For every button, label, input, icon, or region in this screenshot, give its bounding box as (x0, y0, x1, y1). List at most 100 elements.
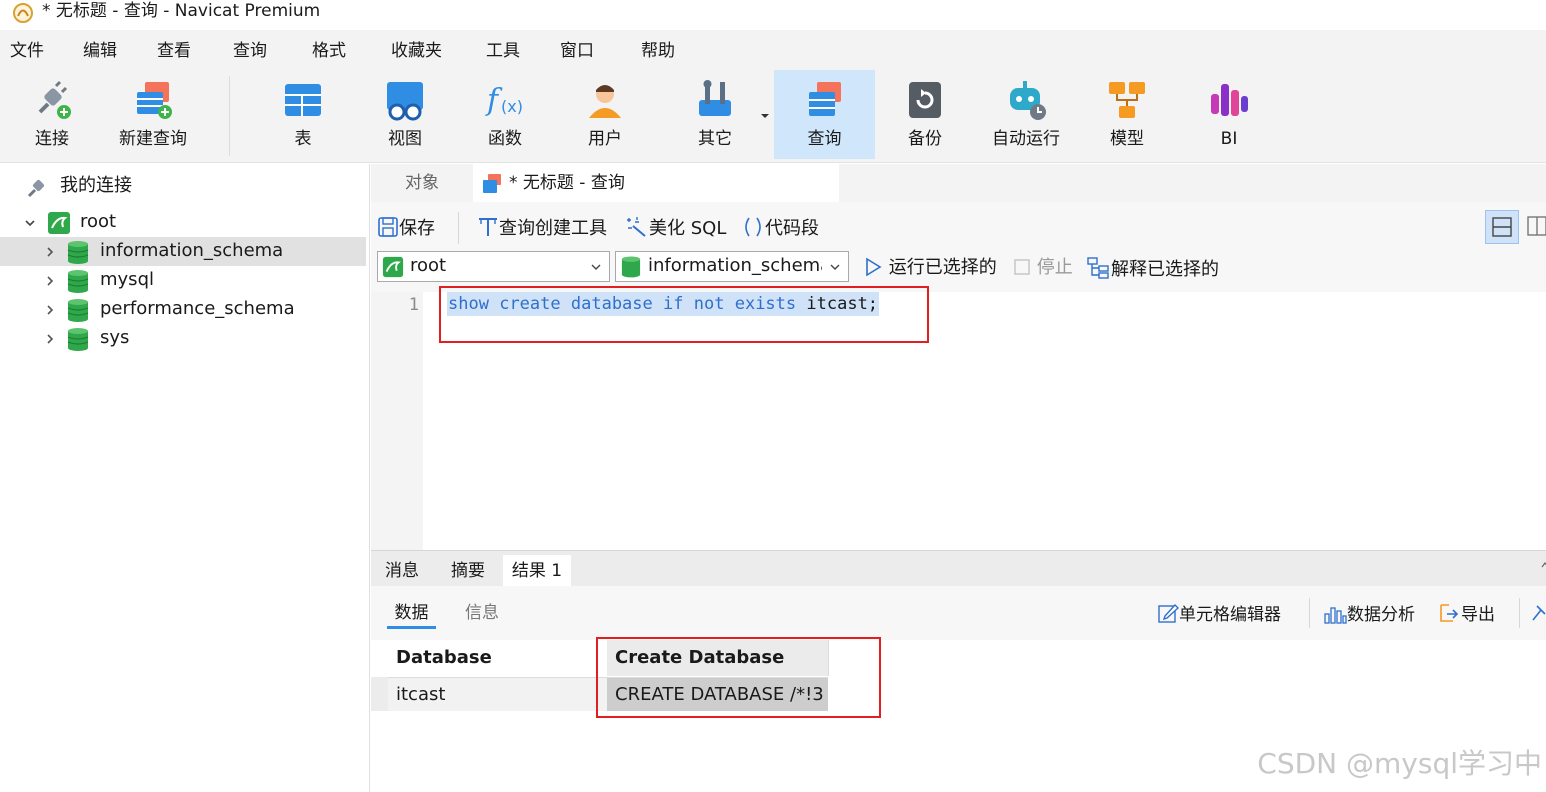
query-label: 查询 (807, 129, 842, 149)
tab-query[interactable]: * 无标题 - 查询 (473, 164, 839, 202)
beautify-sql-label: 美化 SQL (649, 218, 727, 239)
tree-header-my-connections[interactable]: 我的连接 (0, 172, 366, 201)
beautify-sql-button[interactable]: 美化 SQL (625, 216, 726, 240)
result-tabs: 消息 摘要 结果 1 (371, 550, 1546, 587)
table-button[interactable]: 表 (262, 70, 344, 159)
sql-editor[interactable]: 1 show create database if not exists itc… (371, 286, 1546, 550)
stop-icon (1014, 259, 1030, 275)
query-builder-button[interactable]: 查询创建工具 (477, 216, 607, 240)
user-label: 用户 (588, 129, 622, 149)
chevron-right-icon[interactable] (44, 333, 56, 345)
user-button[interactable]: 用户 (564, 70, 646, 159)
subtab-info[interactable]: 信息 (465, 602, 499, 624)
tree-item-root[interactable]: root (0, 208, 366, 237)
bi-button[interactable]: BI (1188, 70, 1270, 159)
tree-item-database[interactable]: information_schema (0, 237, 366, 266)
query-toolbar: 保存 查询创建工具 美化 SQL 代码段 root information_sc… (371, 202, 1546, 292)
backup-button[interactable]: 备份 (884, 70, 966, 159)
table-cell[interactable]: itcast (388, 677, 607, 711)
code-snippet-button[interactable]: 代码段 (741, 216, 819, 240)
view-label: 视图 (388, 129, 422, 149)
stop-label: 停止 (1036, 257, 1073, 278)
query-button[interactable]: 查询 (774, 70, 875, 159)
menu-help[interactable]: 帮助 (641, 40, 675, 62)
menu-window[interactable]: 窗口 (560, 40, 594, 62)
cell-editor-button[interactable]: 单元格编辑器 (1157, 602, 1281, 626)
layout-vertical-button[interactable] (1523, 210, 1546, 244)
export-label: 导出 (1461, 605, 1495, 625)
watermark-text: CSDN @mysql学习中 (1257, 747, 1542, 780)
tree-item-database[interactable]: performance_schema (0, 295, 366, 324)
connection-select[interactable]: root (377, 251, 610, 282)
collapse-icon[interactable] (1541, 561, 1546, 569)
code-snippet-label: 代码段 (765, 218, 819, 239)
explain-selected-button[interactable]: 解释已选择的 (1087, 257, 1219, 281)
database-select[interactable]: information_schema (615, 251, 849, 282)
row-selector[interactable] (371, 677, 388, 711)
result-subtoolbar: 数据 信息 单元格编辑器 数据分析 导出 (371, 586, 1546, 640)
function-button[interactable]: f (x) 函数 (464, 70, 546, 159)
tree-item-database[interactable]: mysql (0, 266, 366, 295)
menu-favorites[interactable]: 收藏夹 (391, 40, 442, 62)
menu-query[interactable]: 查询 (233, 40, 267, 62)
run-selected-label: 运行已选择的 (888, 257, 997, 278)
tab-messages[interactable]: 消息 (371, 555, 433, 587)
tree-item-database[interactable]: sys (0, 324, 366, 353)
toolbar-divider (229, 76, 230, 156)
export-button[interactable]: 导出 (1437, 602, 1495, 626)
automation-button[interactable]: 自动运行 (983, 70, 1069, 159)
tab-objects[interactable]: 对象 (371, 164, 473, 202)
other-label: 其它 (698, 129, 732, 149)
data-analysis-button[interactable]: 数据分析 (1323, 602, 1415, 626)
column-header[interactable]: Database (388, 640, 607, 676)
robot-icon (1010, 81, 1046, 120)
line-number: 1 (408, 295, 419, 315)
menu-edit[interactable]: 编辑 (83, 40, 117, 62)
stop-button[interactable]: 停止 (1013, 257, 1073, 279)
plug-icon (38, 80, 71, 119)
mysql-connection-icon (382, 256, 404, 278)
save-button[interactable]: 保存 (377, 216, 435, 240)
subtab-data[interactable]: 数据 (387, 602, 436, 629)
navicat-logo-icon (13, 3, 33, 23)
menu-format[interactable]: 格式 (312, 40, 346, 62)
backup-icon (909, 82, 941, 118)
tab-result-1[interactable]: 结果 1 (503, 555, 571, 587)
menu-tools[interactable]: 工具 (486, 40, 520, 62)
split-horizontal-icon (1492, 217, 1512, 237)
table-icon (285, 84, 321, 116)
new-query-icon (137, 82, 172, 119)
model-button[interactable]: 模型 (1086, 70, 1168, 159)
chevron-right-icon[interactable] (44, 246, 56, 258)
run-selected-button[interactable]: 运行已选择的 (863, 257, 997, 279)
other-dropdown-icon[interactable] (760, 112, 770, 120)
pin-icon[interactable] (1531, 602, 1546, 624)
model-label: 模型 (1110, 129, 1144, 149)
layout-horizontal-button[interactable] (1485, 210, 1519, 244)
chevron-right-icon[interactable] (44, 275, 56, 287)
tools-icon (699, 80, 731, 116)
tab-summary[interactable]: 摘要 (435, 555, 501, 587)
view-button[interactable]: 视图 (364, 70, 446, 159)
bar-chart-icon (1324, 607, 1347, 624)
title-bar: * 无标题 - 查询 - Navicat Premium (0, 0, 1546, 30)
user-icon (589, 85, 621, 118)
chevron-down-icon[interactable] (24, 217, 36, 229)
tree-header-label: 我的连接 (60, 175, 132, 196)
database-icon (621, 256, 641, 278)
function-label: 函数 (488, 129, 522, 149)
highlight-annotation-box (596, 637, 881, 718)
tree-item-label: information_schema (100, 240, 284, 261)
connections-plug-icon (27, 179, 45, 198)
new-query-button[interactable]: 新建查询 (108, 70, 198, 159)
explain-icon (1087, 257, 1109, 279)
chevron-right-icon[interactable] (44, 304, 56, 316)
main-toolbar: 连接 新建查询 表 视图 f (x) 函数 用户 其它 查询 备份 自动运行 模… (0, 70, 1546, 163)
menu-file[interactable]: 文件 (10, 40, 44, 62)
menu-view[interactable]: 查看 (157, 40, 191, 62)
tab-query-label: * 无标题 - 查询 (509, 173, 625, 193)
other-button[interactable]: 其它 (674, 70, 756, 159)
automation-label: 自动运行 (992, 129, 1060, 149)
new-query-label: 新建查询 (119, 129, 187, 149)
connect-button[interactable]: 连接 (10, 70, 94, 159)
